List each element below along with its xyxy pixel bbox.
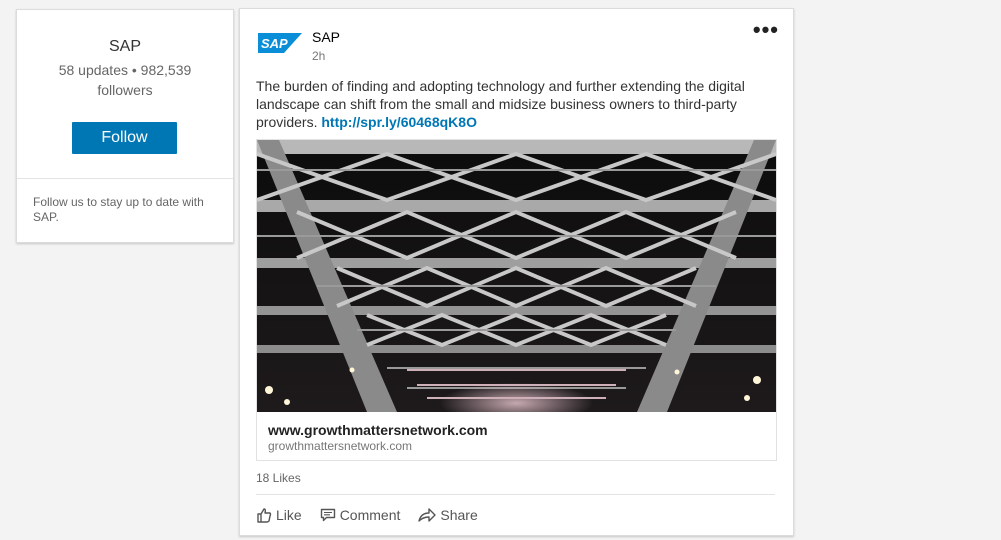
divider: [17, 178, 233, 179]
post-body: The burden of finding and adopting techn…: [256, 77, 776, 131]
likes-count[interactable]: 18 Likes: [256, 471, 301, 485]
follow-button[interactable]: Follow: [72, 122, 177, 154]
like-button[interactable]: Like: [256, 507, 302, 523]
sap-logo-text: SAP: [261, 36, 288, 51]
comment-label: Comment: [339, 507, 401, 523]
like-label: Like: [276, 507, 302, 523]
share-label: Share: [440, 507, 478, 523]
thumbs-up-icon: [257, 508, 272, 523]
post-link[interactable]: http://spr.ly/60468qK8O: [321, 114, 477, 130]
more-options-icon[interactable]: •••: [753, 17, 779, 43]
company-name[interactable]: SAP: [17, 38, 233, 56]
preview-domain: growthmattersnetwork.com: [268, 439, 413, 453]
company-stats: 58 updates • 982,539 followers: [58, 62, 192, 98]
sap-logo-icon[interactable]: SAP: [258, 31, 302, 57]
company-card: SAP 58 updates • 982,539 followers Follo…: [16, 9, 234, 243]
comment-button[interactable]: Comment: [320, 507, 401, 523]
post-actions: Like Comment Share: [256, 507, 478, 523]
bridge-image[interactable]: [257, 140, 776, 412]
post-author[interactable]: SAP: [312, 29, 340, 45]
link-preview[interactable]: www.growthmattersnetwork.com growthmatte…: [256, 139, 777, 461]
preview-title[interactable]: www.growthmattersnetwork.com: [268, 422, 488, 438]
share-icon: [418, 508, 437, 522]
post-card: SAP SAP 2h ••• The burden of finding and…: [239, 8, 794, 536]
divider: [256, 494, 775, 495]
comment-icon: [320, 508, 335, 522]
post-time: 2h: [312, 49, 326, 63]
follow-blurb: Follow us to stay up to date with SAP.: [33, 195, 204, 224]
share-button[interactable]: Share: [418, 507, 478, 523]
